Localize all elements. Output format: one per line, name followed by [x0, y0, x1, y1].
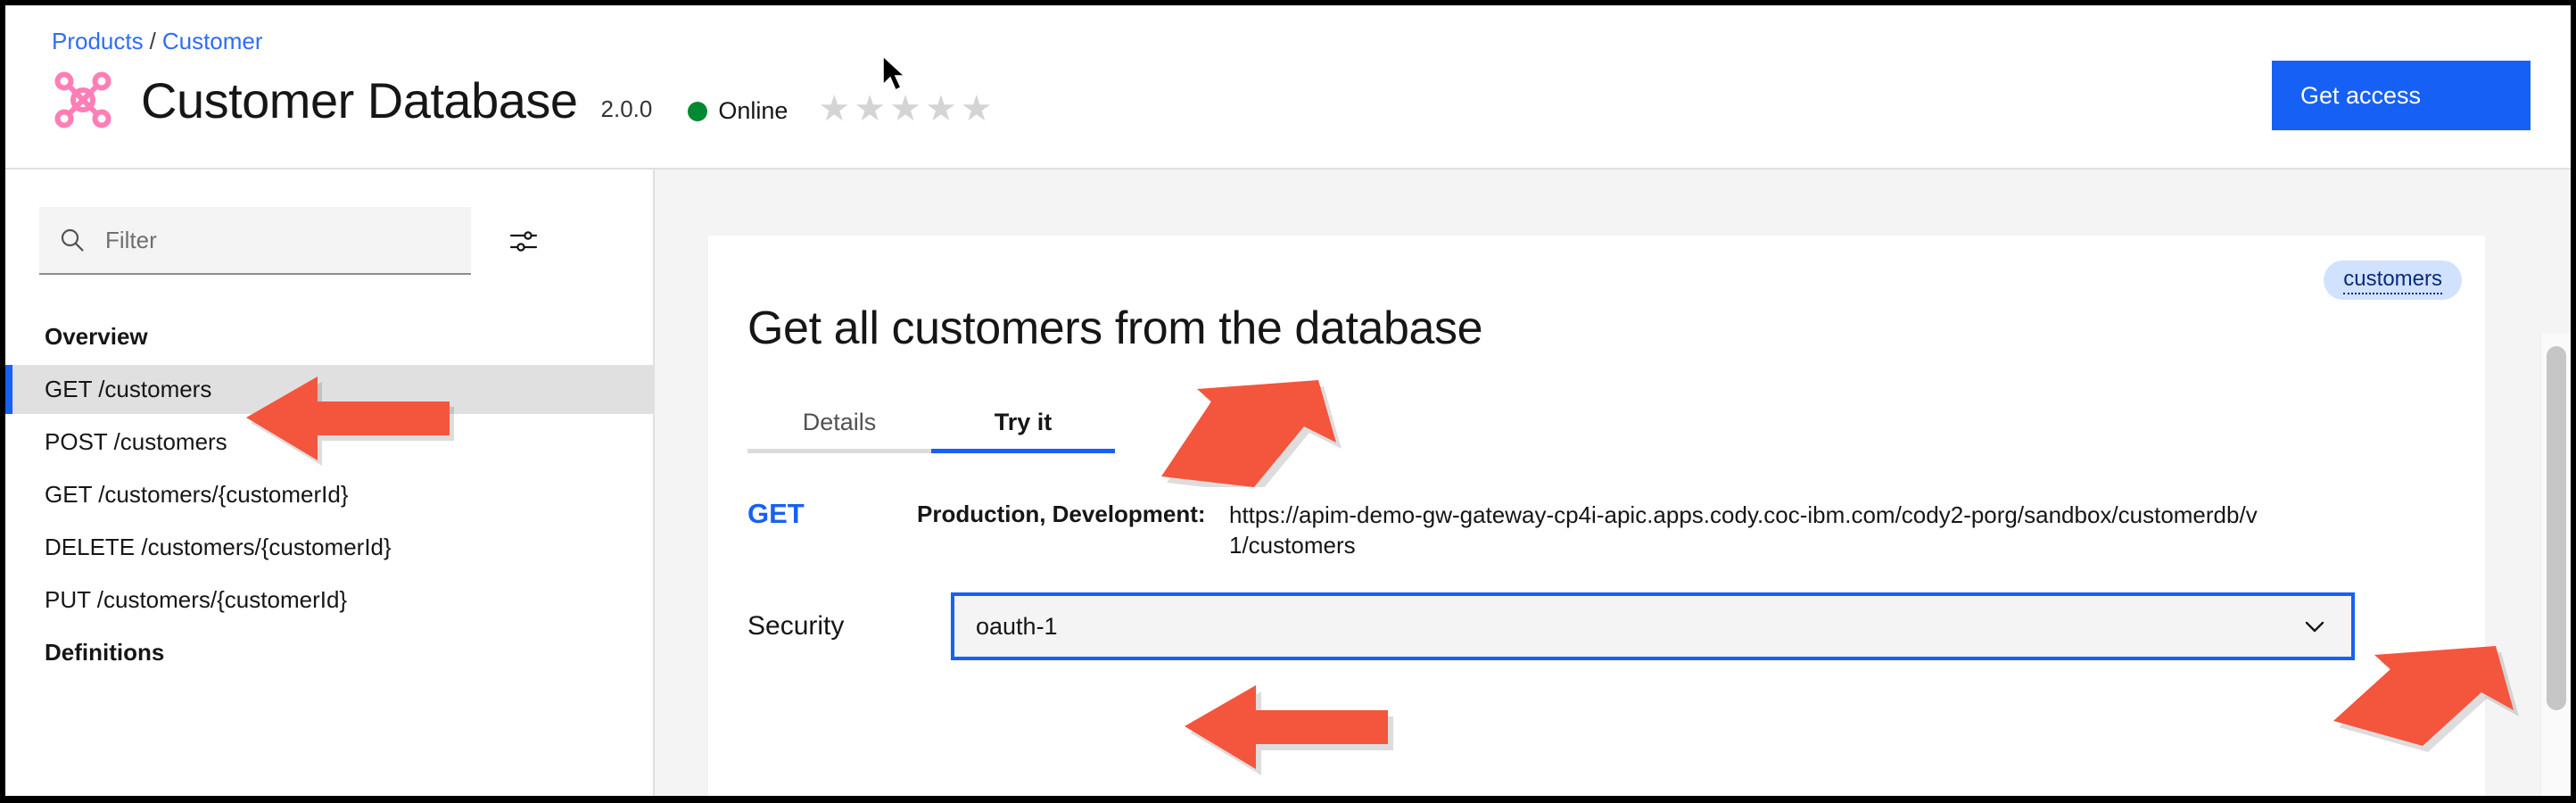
- page-title: Customer Database: [141, 71, 578, 129]
- star-icon-5[interactable]: ★: [961, 91, 993, 127]
- operation-card: customers Get all customers from the dat…: [708, 236, 2485, 796]
- star-icon-4[interactable]: ★: [925, 91, 957, 127]
- breadcrumb-link-customer[interactable]: Customer: [162, 28, 263, 54]
- breadcrumb: Products/Customer: [52, 27, 263, 55]
- security-row: Security oauth-1: [747, 592, 2451, 660]
- operation-fields: GET Production, Development: https://api…: [747, 493, 2451, 660]
- sidebar-nav-list: Overview GET /customers POST /customers …: [5, 312, 655, 677]
- scrollbar-thumb[interactable]: [2547, 346, 2566, 710]
- tab-bar: Details Try it: [747, 396, 1115, 453]
- sidebar-item-delete-customer-by-id[interactable]: DELETE /customers/{customerId}: [5, 523, 655, 572]
- search-icon: [59, 227, 86, 253]
- get-access-button[interactable]: Get access: [2272, 61, 2531, 130]
- api-node-graph-icon: [52, 69, 114, 131]
- star-icon-1[interactable]: ★: [818, 91, 850, 127]
- chevron-down-icon[interactable]: [2301, 613, 2328, 640]
- status-badge-customers-tag[interactable]: customers: [2324, 261, 2462, 300]
- sidebar: Overview GET /customers POST /customers …: [5, 170, 655, 796]
- search-input[interactable]: [105, 227, 426, 254]
- sidebar-filter-row: [39, 207, 539, 275]
- tag-label: customers: [2343, 267, 2442, 294]
- http-method-label: GET: [747, 493, 917, 530]
- vertical-scrollbar[interactable]: [2540, 334, 2571, 796]
- breadcrumb-link-products[interactable]: Products: [52, 28, 144, 54]
- operation-title: Get all customers from the database: [747, 302, 1482, 355]
- status-dot-online-icon: [688, 102, 707, 121]
- page-header: Products/Customer Customer Database 2.0.…: [5, 5, 2571, 170]
- status-badge: Online: [688, 97, 788, 125]
- main-content: customers Get all customers from the dat…: [656, 170, 2571, 796]
- environments-label: Production, Development:: [917, 493, 1229, 529]
- endpoint-row: GET Production, Development: https://api…: [747, 493, 2451, 560]
- sidebar-item-definitions[interactable]: Definitions: [5, 628, 655, 677]
- star-icon-2[interactable]: ★: [854, 91, 886, 127]
- status-label: Online: [718, 97, 788, 125]
- endpoint-url: https://apim-demo-gw-gateway-cp4i-apic.a…: [1229, 493, 2273, 560]
- sidebar-item-put-customer-by-id[interactable]: PUT /customers/{customerId}: [5, 575, 655, 625]
- rating-stars[interactable]: ★ ★ ★ ★ ★: [818, 91, 992, 127]
- tab-details[interactable]: Details: [747, 396, 931, 453]
- sidebar-item-get-customers[interactable]: GET /customers: [5, 365, 655, 414]
- screenshot-frame: Products/Customer Customer Database 2.0.…: [0, 0, 2576, 803]
- star-icon-3[interactable]: ★: [889, 91, 921, 127]
- tab-try-it[interactable]: Try it: [931, 396, 1115, 453]
- version-label: 2.0.0: [601, 95, 653, 123]
- breadcrumb-separator: /: [150, 28, 156, 54]
- security-label: Security: [747, 611, 951, 642]
- security-selected-value: oauth-1: [976, 613, 1058, 641]
- security-select[interactable]: oauth-1: [951, 592, 2355, 660]
- sidebar-item-post-customers[interactable]: POST /customers: [5, 418, 655, 467]
- body-area: Overview GET /customers POST /customers …: [5, 170, 2571, 796]
- sliders-settings-icon[interactable]: [508, 226, 539, 256]
- sidebar-item-overview[interactable]: Overview: [5, 312, 655, 361]
- product-title-row: Customer Database 2.0.0 Online ★ ★ ★ ★ ★: [52, 64, 993, 136]
- browser-viewport: Products/Customer Customer Database 2.0.…: [5, 5, 2571, 796]
- sidebar-item-get-customer-by-id[interactable]: GET /customers/{customerId}: [5, 470, 655, 519]
- search-input-wrapper[interactable]: [39, 207, 471, 275]
